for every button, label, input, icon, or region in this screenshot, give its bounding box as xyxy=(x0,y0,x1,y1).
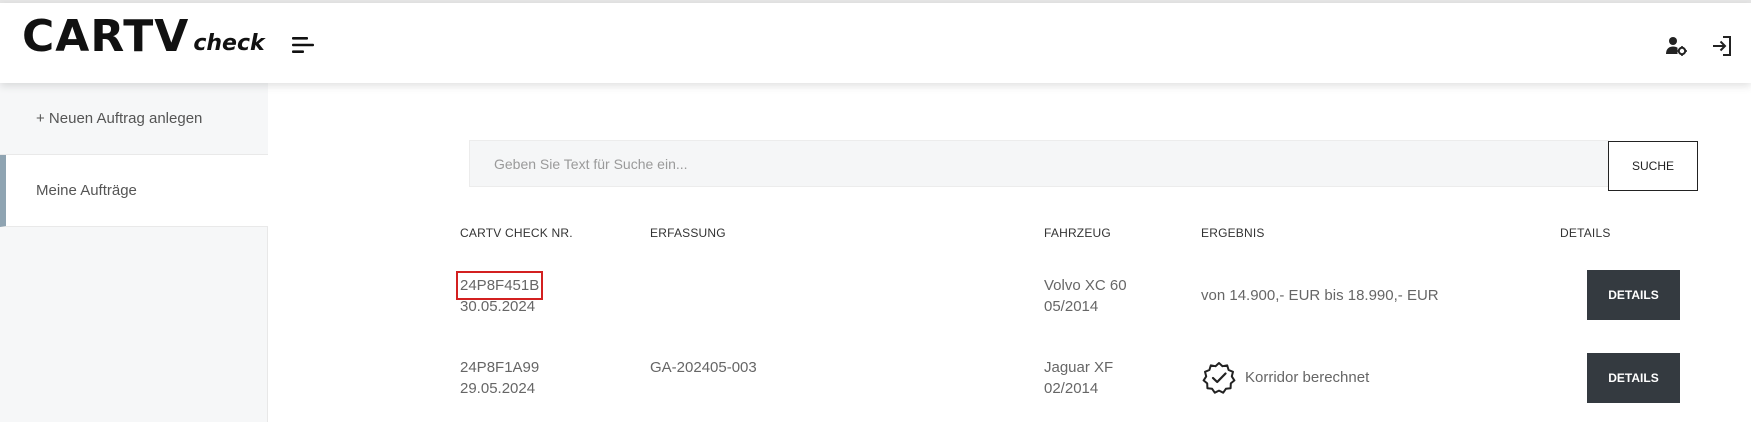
search-button[interactable]: SUCHE xyxy=(1608,141,1698,191)
details-button[interactable]: DETAILS xyxy=(1587,353,1680,403)
logout-icon[interactable] xyxy=(1710,34,1734,58)
check-number[interactable]: 24P8F1A99 xyxy=(460,357,539,378)
header: CARTV check xyxy=(0,3,1751,83)
check-number[interactable]: 24P8F451B xyxy=(455,271,544,300)
result-value: von 14.900,- EUR bis 18.990,- EUR xyxy=(1201,287,1439,304)
sidebar: + Neuen Auftrag anlegen Meine Aufträge xyxy=(0,83,268,422)
check-date: 29.05.2024 xyxy=(460,380,536,397)
logo-main-text: CARTV xyxy=(22,11,190,62)
details-button[interactable]: DETAILS xyxy=(1587,270,1680,320)
vehicle-date: 02/2014 xyxy=(1044,380,1099,397)
erfassung-value: GA-202405-003 xyxy=(650,359,757,376)
verified-badge-icon xyxy=(1202,361,1236,395)
user-settings-icon[interactable] xyxy=(1664,34,1688,58)
check-date: 30.05.2024 xyxy=(460,298,536,315)
sidebar-item-my-orders[interactable]: Meine Aufträge xyxy=(0,155,268,227)
column-header-details: DETAILS xyxy=(1560,226,1611,240)
search-input[interactable] xyxy=(469,140,1609,187)
logo[interactable]: CARTV check xyxy=(22,15,265,59)
vehicle-name: Volvo XC 60 xyxy=(1044,277,1127,294)
hamburger-menu-icon[interactable] xyxy=(290,33,316,57)
sidebar-item-new-order[interactable]: + Neuen Auftrag anlegen xyxy=(0,83,268,155)
vehicle-date: 05/2014 xyxy=(1044,298,1099,315)
sidebar-item-label: + Neuen Auftrag anlegen xyxy=(36,110,203,127)
sidebar-item-label: Meine Aufträge xyxy=(36,182,137,199)
result-value: Korridor berechnet xyxy=(1245,369,1370,386)
vehicle-name: Jaguar XF xyxy=(1044,359,1114,376)
column-header-vehicle: FAHRZEUG xyxy=(1044,226,1111,240)
column-header-erfassung: ERFASSUNG xyxy=(650,226,726,240)
column-header-check-nr: CARTV CHECK NR. xyxy=(460,226,573,240)
column-header-result: ERGEBNIS xyxy=(1201,226,1265,240)
logo-sub-text: check xyxy=(193,31,265,56)
